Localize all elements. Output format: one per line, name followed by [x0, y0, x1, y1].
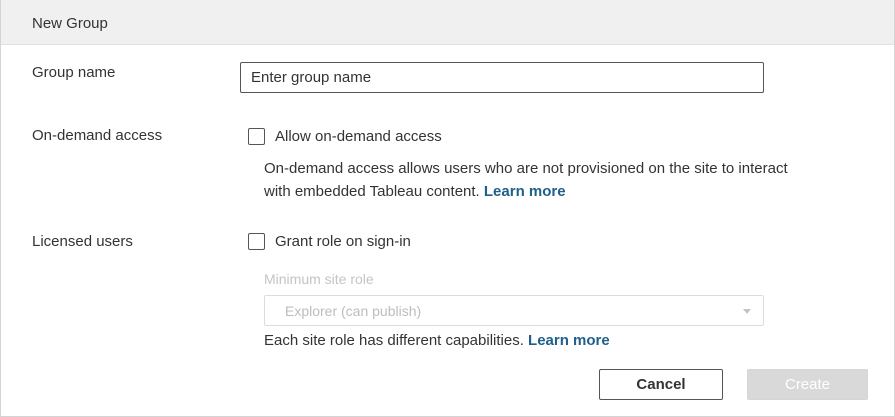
cancel-button[interactable]: Cancel: [599, 369, 723, 400]
dialog-title: New Group: [32, 15, 108, 32]
minimum-site-role-select[interactable]: Explorer (can publish): [264, 295, 764, 326]
site-role-learn-more-link[interactable]: Learn more: [528, 332, 610, 349]
dialog-header: New Group: [1, 0, 894, 45]
grant-role-on-sign-in-checkbox[interactable]: [248, 233, 265, 250]
on-demand-description-line2-row: with embedded Tableau content. Learn mor…: [264, 180, 788, 203]
site-role-description-text: Each site role has different capabilitie…: [264, 332, 524, 349]
allow-on-demand-access-option[interactable]: Allow on-demand access: [248, 128, 442, 145]
on-demand-access-description: On-demand access allows users who are no…: [264, 157, 788, 203]
group-name-label: Group name: [32, 64, 116, 81]
chevron-down-icon: [743, 309, 751, 314]
on-demand-description-line1: On-demand access allows users who are no…: [264, 160, 788, 177]
create-button[interactable]: Create: [747, 369, 868, 400]
group-name-input[interactable]: [240, 62, 764, 93]
on-demand-access-label: On-demand access: [32, 127, 163, 144]
site-role-description: Each site role has different capabilitie…: [264, 329, 610, 352]
minimum-site-role-label: Minimum site role: [264, 271, 374, 287]
minimum-site-role-value: Explorer (can publish): [285, 303, 422, 319]
new-group-dialog: New Group Group name On-demand access Al…: [0, 0, 895, 417]
allow-on-demand-access-checkbox[interactable]: [248, 128, 265, 145]
on-demand-learn-more-link[interactable]: Learn more: [484, 183, 566, 200]
grant-role-on-sign-in-label[interactable]: Grant role on sign-in: [275, 233, 411, 250]
grant-role-on-sign-in-option[interactable]: Grant role on sign-in: [248, 233, 411, 250]
licensed-users-label: Licensed users: [32, 233, 133, 250]
on-demand-description-line2: with embedded Tableau content.: [264, 183, 480, 200]
allow-on-demand-access-label[interactable]: Allow on-demand access: [275, 128, 442, 145]
